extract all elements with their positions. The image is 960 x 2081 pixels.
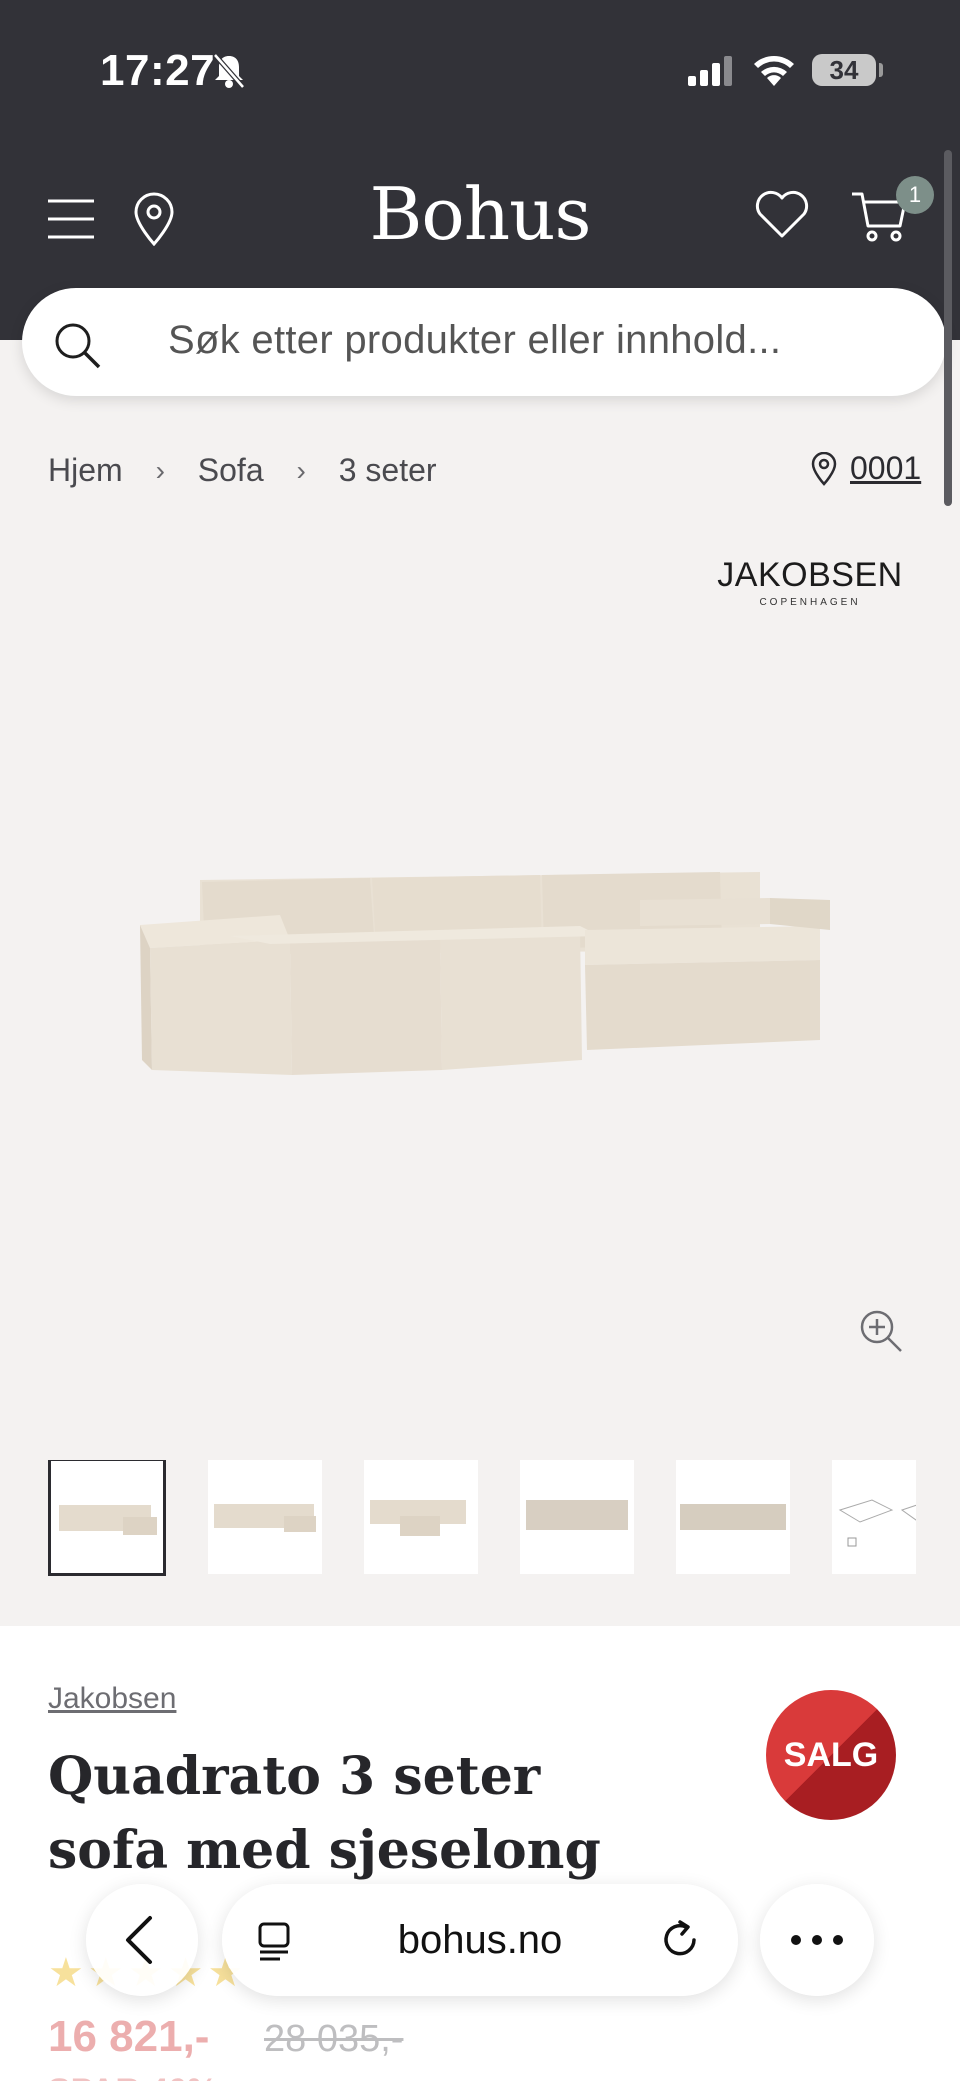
site-logo[interactable]: Bohus	[0, 172, 960, 256]
sale-badge: SALG	[766, 1690, 896, 1820]
wifi-icon	[754, 56, 794, 86]
brand-logo: JAKOBSEN COPENHAGEN	[700, 556, 920, 608]
thumbnail[interactable]	[208, 1460, 322, 1574]
status-time: 17:27	[100, 46, 216, 95]
product-title: Quadrato 3 seter sofa med sjeselong	[48, 1746, 601, 1881]
chevron-right-icon: ›	[155, 454, 165, 486]
browser-address-bar[interactable]: bohus.no	[222, 1884, 738, 1996]
reload-icon[interactable]	[658, 1918, 702, 1962]
product-image[interactable]	[130, 860, 830, 1090]
store-selector-link[interactable]: 0001	[850, 450, 921, 487]
more-icon	[791, 1935, 843, 1945]
brand-link[interactable]: Jakobsen	[48, 1682, 176, 1716]
thumbnail[interactable]	[48, 1460, 166, 1576]
search-input[interactable]: Søk etter produkter eller innhold...	[22, 288, 946, 396]
battery-tip	[879, 63, 883, 77]
browser-back-button[interactable]	[86, 1884, 198, 1996]
store-location-icon	[811, 452, 837, 486]
scrollbar[interactable]	[944, 150, 952, 506]
breadcrumb-sofa[interactable]: Sofa	[198, 452, 264, 489]
battery-indicator: 34	[812, 54, 876, 86]
browser-more-button[interactable]	[760, 1884, 874, 1996]
discount-text: SPAR 40%	[48, 2072, 217, 2081]
back-icon	[126, 1916, 152, 1964]
thumbnail[interactable]	[832, 1460, 916, 1574]
signal-icon	[688, 56, 732, 86]
thumbnail[interactable]	[676, 1460, 790, 1574]
original-price: 28 035,-	[264, 2018, 404, 2060]
breadcrumb-3-seter[interactable]: 3 seter	[339, 452, 437, 489]
zoom-in-icon[interactable]	[858, 1308, 904, 1354]
search-placeholder: Søk etter produkter eller innhold...	[168, 318, 782, 362]
thumbnail[interactable]	[520, 1460, 634, 1574]
brand-logo-sub: COPENHAGEN	[759, 597, 861, 608]
search-icon	[55, 323, 101, 369]
current-price: 16 821,-	[48, 2012, 210, 2061]
breadcrumb: Hjem › Sofa › 3 seter	[48, 450, 437, 489]
thumbnail[interactable]	[364, 1460, 478, 1574]
chevron-right-icon: ›	[296, 454, 306, 486]
thumbnail-strip	[48, 1460, 916, 1578]
heart-icon[interactable]	[754, 190, 810, 240]
bell-off-icon	[213, 53, 245, 89]
product-details: Jakobsen Quadrato 3 seter sofa med sjese…	[0, 1626, 960, 2081]
brand-logo-name: JAKOBSEN	[717, 556, 903, 594]
cart-count-badge: 1	[896, 176, 934, 214]
breadcrumb-home[interactable]: Hjem	[48, 452, 123, 489]
